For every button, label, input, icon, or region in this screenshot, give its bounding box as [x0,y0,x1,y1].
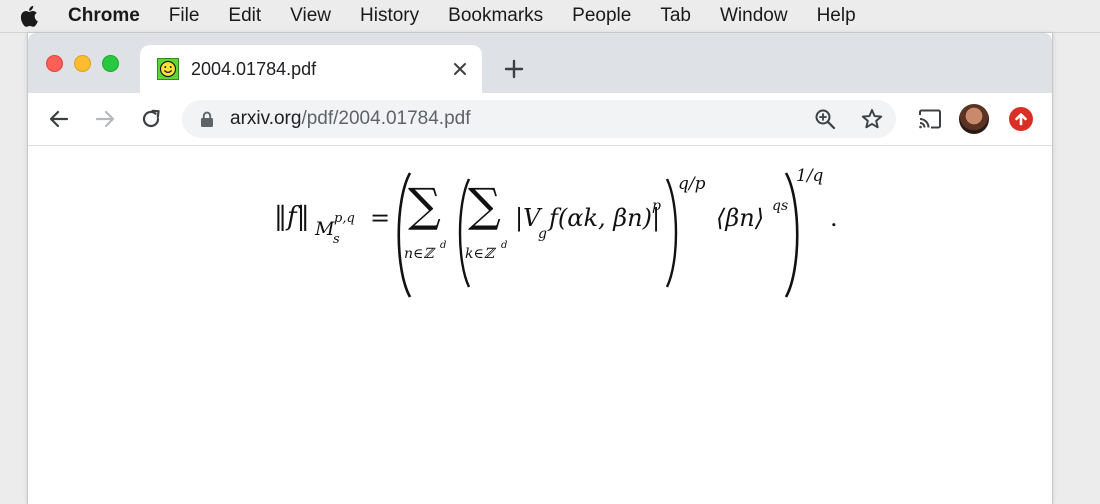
menu-edit[interactable]: Edit [228,5,261,27]
outer-right-paren [784,172,799,298]
window-zoom-button[interactable] [102,55,119,72]
menu-view[interactable]: View [290,5,331,27]
new-tab-plus-icon[interactable] [503,58,525,80]
apple-logo-icon[interactable] [20,5,40,27]
inner-sum-index: k∈ℤ [465,246,495,262]
menu-people[interactable]: People [572,5,631,27]
outer-sum-index: n∈ℤ [404,246,434,262]
menu-app-name[interactable]: Chrome [68,5,140,27]
integrand-power: p [652,198,661,214]
integrand-rest: f(αk, βn)| [549,204,661,232]
window-minimize-button[interactable] [74,55,91,72]
macos-menu-bar: Chrome File Edit View History Bookmarks … [0,0,1100,33]
url-path: /pdf/2004.01784.pdf [301,108,471,129]
menu-help[interactable]: Help [817,5,856,27]
forward-arrow-icon[interactable] [92,106,118,132]
menu-file[interactable]: File [169,5,200,27]
equation-lhs-superscript: p,q [334,211,355,226]
back-arrow-icon[interactable] [46,106,72,132]
update-arrow-icon[interactable] [1009,107,1033,131]
menu-history[interactable]: History [360,5,419,27]
url-host: arxiv.org [230,108,302,129]
equation-lhs-norm: ‖f‖ [274,202,310,232]
outer-sum-symbol: ∑ [408,178,441,232]
url-text[interactable]: arxiv.org/pdf/2004.01784.pdf [230,108,471,130]
cast-icon[interactable] [917,107,943,131]
equation-period: . [830,204,838,232]
outer-power: 1/q [796,166,824,186]
equation-lhs-space: M [315,218,335,240]
profile-avatar[interactable] [959,104,989,134]
browser-window: 2004.01784.pdf arxiv.org/pdf/2004.01784.… [27,33,1053,504]
tab-title: 2004.01784.pdf [191,59,317,79]
window-close-button[interactable] [46,55,63,72]
tab-active[interactable]: 2004.01784.pdf [140,45,482,93]
integrand-start: |V [515,204,541,232]
close-tab-icon[interactable] [450,59,470,79]
browser-toolbar: arxiv.org/pdf/2004.01784.pdf [28,93,1052,146]
lock-icon[interactable] [200,111,214,127]
pdf-page: ‖f‖ M s p,q = ∑ n∈ℤ d ∑ k∈ℤ d |V g f(αk,… [28,146,1052,504]
equation-lhs-subscript: s [333,232,340,247]
bookmark-star-icon[interactable] [860,107,884,131]
integrand-subscript: g [538,226,547,242]
inner-sum-symbol: ∑ [468,178,501,232]
inner-sum-index-exponent: d [501,240,508,251]
zoom-in-magnifier-icon[interactable] [814,108,836,130]
tab-strip: 2004.01784.pdf [28,33,1052,93]
reload-icon[interactable] [138,106,164,132]
weight-term: ⟨βn⟩ [716,204,765,232]
menu-tab[interactable]: Tab [660,5,691,27]
address-bar[interactable]: arxiv.org/pdf/2004.01784.pdf [182,100,896,138]
math-equation: ‖f‖ M s p,q = ∑ n∈ℤ d ∑ k∈ℤ d |V g f(αk,… [28,146,1052,298]
menu-bookmarks[interactable]: Bookmarks [448,5,543,27]
smiley-face-icon [157,58,179,80]
menu-window[interactable]: Window [720,5,788,27]
inner-power: q/p [678,174,706,194]
outer-sum-index-exponent: d [440,240,447,251]
equation-equals: = [370,204,391,232]
